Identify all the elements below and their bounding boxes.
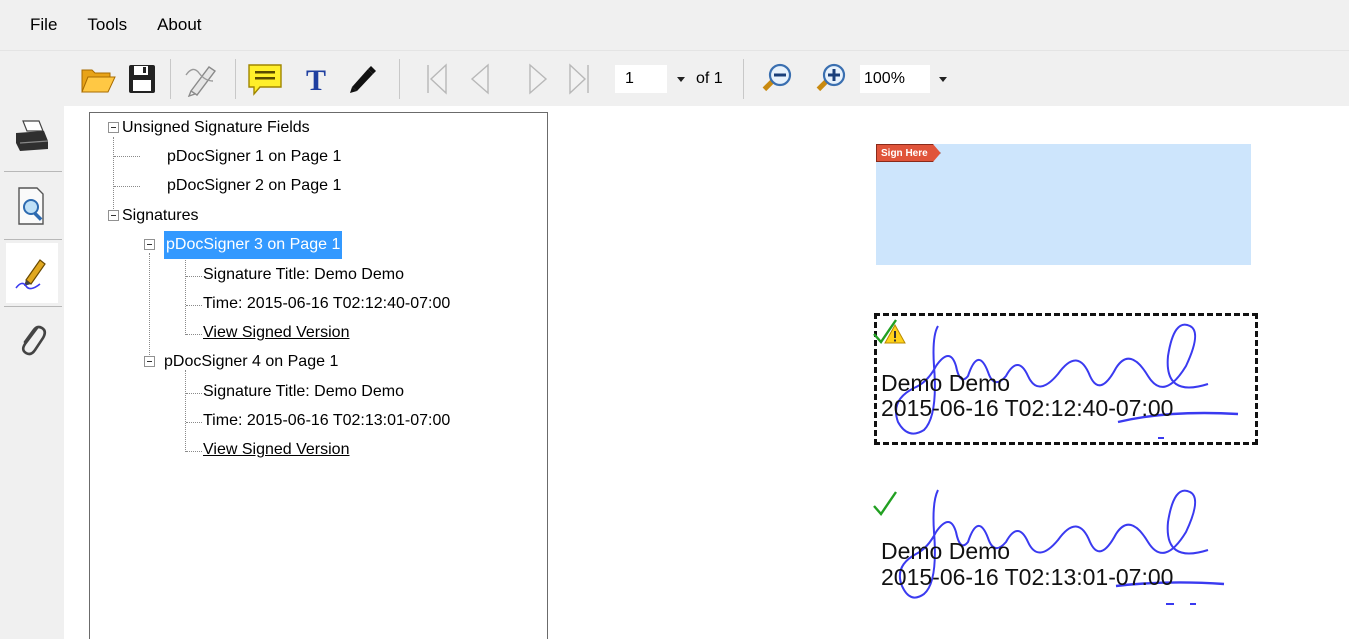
toolbar-separator bbox=[743, 59, 744, 99]
view-signed-version-link[interactable]: View Signed Version bbox=[203, 436, 349, 464]
pencil-icon[interactable] bbox=[342, 51, 382, 107]
zoom-dropdown-arrow-icon[interactable] bbox=[935, 65, 951, 93]
tree-connector bbox=[114, 156, 140, 157]
prev-page-icon[interactable] bbox=[460, 51, 500, 107]
svg-text:T: T bbox=[306, 64, 326, 95]
toolbar-separator bbox=[399, 59, 400, 99]
toolbar-separator bbox=[235, 59, 236, 99]
sign-pen-icon[interactable] bbox=[178, 51, 228, 107]
menu-tools[interactable]: Tools bbox=[87, 15, 127, 35]
zoom-level-value: 100% bbox=[864, 70, 905, 87]
tree-connector bbox=[186, 422, 202, 423]
sign-here-tag: Sign Here bbox=[876, 144, 941, 162]
document-view: Sign Here Demo Demo 2015-06-16 T02:12:40… bbox=[548, 106, 1349, 639]
tree-signature-title: Signature Title: Demo Demo bbox=[203, 383, 404, 400]
collapse-icon[interactable] bbox=[144, 356, 155, 367]
side-separator bbox=[4, 306, 62, 307]
tree-connector bbox=[149, 253, 150, 363]
tree-unsigned-item[interactable]: pDocSigner 2 on Page 1 bbox=[167, 172, 341, 200]
tree-connector bbox=[185, 370, 186, 452]
page-count-label: of 1 bbox=[696, 70, 723, 87]
collapse-icon[interactable] bbox=[108, 210, 119, 221]
signature-3-date: 2015-06-16 T02:12:40-07:00 bbox=[881, 395, 1174, 421]
tree-connector bbox=[186, 393, 202, 394]
tree-unsigned-item[interactable]: pDocSigner 1 on Page 1 bbox=[167, 143, 341, 171]
tree-signature-item[interactable]: pDocSigner 4 on Page 1 bbox=[164, 348, 338, 376]
first-page-icon[interactable] bbox=[416, 51, 456, 107]
verified-check-icon bbox=[873, 491, 897, 516]
signature-4-name: Demo Demo bbox=[881, 538, 1011, 564]
side-separator bbox=[4, 171, 62, 172]
collapse-icon[interactable] bbox=[108, 122, 119, 133]
warning-icon bbox=[884, 324, 906, 344]
save-icon[interactable] bbox=[122, 51, 162, 107]
signature-3-name: Demo Demo bbox=[881, 370, 1011, 396]
paperclip-icon[interactable] bbox=[6, 310, 58, 370]
tree-connector bbox=[114, 186, 140, 187]
search-document-icon[interactable] bbox=[6, 176, 58, 236]
signature-pen-icon[interactable] bbox=[6, 243, 58, 303]
tree-connector bbox=[185, 253, 186, 335]
tree-connector bbox=[113, 137, 114, 215]
tree-signature-time: Time: 2015-06-16 T02:12:40-07:00 bbox=[203, 295, 451, 312]
menu-bar: File Tools About bbox=[0, 0, 1349, 50]
signature-4-date: 2015-06-16 T02:13:01-07:00 bbox=[881, 564, 1174, 590]
tree-connector bbox=[186, 334, 202, 335]
page-number-value: 1 bbox=[625, 70, 634, 87]
tree-signature-item-selected[interactable]: pDocSigner 3 on Page 1 bbox=[164, 231, 343, 259]
toolbar-separator bbox=[170, 59, 171, 99]
tree-signature-time: Time: 2015-06-16 T02:13:01-07:00 bbox=[203, 412, 451, 429]
page-number-input[interactable]: 1 bbox=[615, 65, 667, 93]
side-separator bbox=[4, 239, 62, 240]
tree-connector bbox=[186, 451, 202, 452]
side-panel-tabs bbox=[0, 106, 64, 639]
tree-connector bbox=[186, 305, 202, 306]
tree-connector bbox=[186, 276, 202, 277]
last-page-icon[interactable] bbox=[560, 51, 600, 107]
zoom-out-icon[interactable] bbox=[756, 51, 796, 107]
page-dropdown-arrow-icon[interactable] bbox=[673, 65, 689, 93]
open-folder-icon[interactable] bbox=[78, 51, 118, 107]
toolbar: T 1 of 1 100% bbox=[0, 50, 1349, 106]
printer-icon[interactable] bbox=[6, 106, 58, 166]
signature-tree-panel: Unsigned Signature Fields pDocSigner 1 o… bbox=[89, 112, 548, 639]
zoom-in-icon[interactable] bbox=[810, 51, 850, 107]
pdf-signer-window: File Tools About T 1 of 1 100% Unsigned … bbox=[0, 0, 1349, 639]
text-icon[interactable]: T bbox=[296, 51, 336, 107]
tree-signatures[interactable]: Signatures bbox=[122, 202, 199, 230]
unsigned-signature-field[interactable]: Sign Here bbox=[876, 144, 1251, 265]
menu-about[interactable]: About bbox=[157, 15, 201, 35]
view-signed-version-link[interactable]: View Signed Version bbox=[203, 319, 349, 347]
tree-unsigned-fields[interactable]: Unsigned Signature Fields bbox=[122, 114, 310, 142]
comment-icon[interactable] bbox=[243, 51, 287, 107]
zoom-level-input[interactable]: 100% bbox=[860, 65, 930, 93]
menu-file[interactable]: File bbox=[30, 15, 57, 35]
next-page-icon[interactable] bbox=[518, 51, 558, 107]
collapse-icon[interactable] bbox=[144, 239, 155, 250]
tree-signature-title: Signature Title: Demo Demo bbox=[203, 266, 404, 283]
